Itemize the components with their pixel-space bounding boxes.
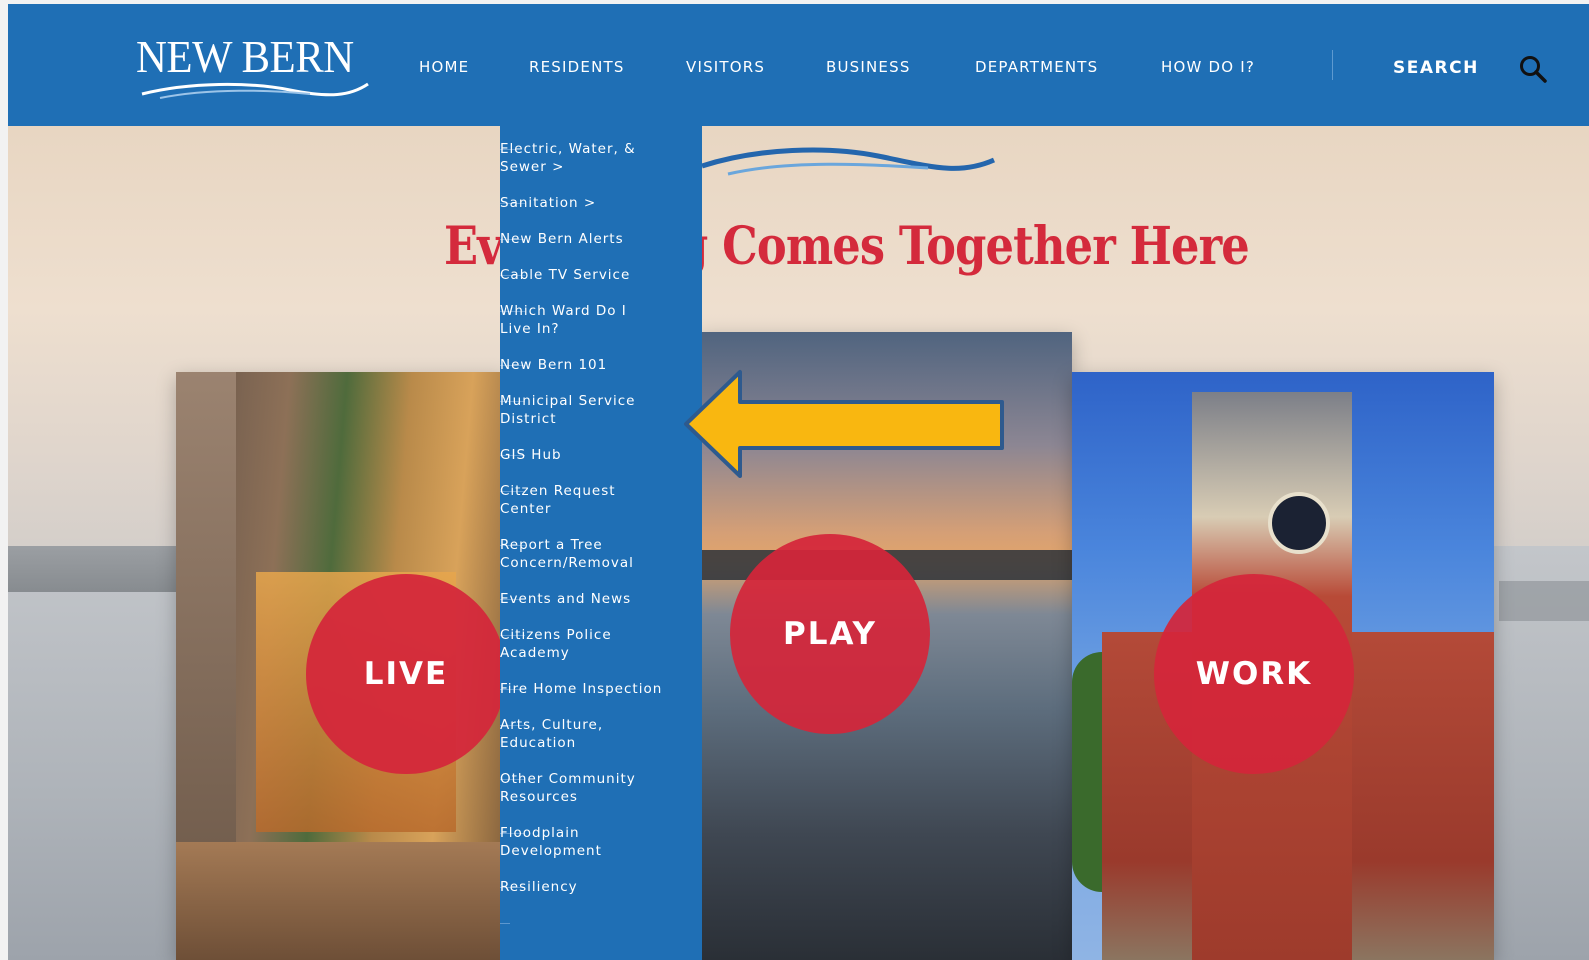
dropdown-item-label: Live In? — [500, 321, 560, 337]
browser-viewport: NEW BERN HOME RESIDENTS VISITORS BUSINES… — [8, 4, 1589, 960]
live-card-photo-sidewalk — [176, 842, 506, 960]
dropdown-item[interactable]: Arts, Culture, Education — [500, 687, 702, 780]
dropdown-item-label: New Bern Alerts — [500, 231, 624, 247]
dropdown-item-label: Sanitation > — [500, 195, 597, 211]
play-button[interactable]: PLAY — [730, 534, 930, 734]
dropdown-item-label: GIS Hub — [500, 447, 562, 463]
work-label: WORK — [1195, 656, 1313, 692]
search-button[interactable]: SEARCH — [1393, 58, 1479, 78]
nav-business[interactable]: BUSINESS — [826, 58, 911, 76]
dropdown-item[interactable]: Which Ward Do I Live In? — [500, 273, 702, 366]
dropdown-item-label: Academy — [500, 645, 570, 661]
site-header: NEW BERN HOME RESIDENTS VISITORS BUSINES… — [8, 4, 1589, 126]
dropdown-item[interactable]: Fire Home Inspection — [500, 651, 702, 726]
dropdown-item[interactable]: Events and News — [500, 561, 702, 636]
background-bridge-right — [1499, 581, 1589, 621]
left-arrow-icon — [684, 370, 1004, 478]
dropdown-item[interactable]: New Bern Alerts — [500, 201, 702, 276]
background-bridge — [8, 546, 178, 592]
dropdown-item[interactable]: Citizens Police Academy — [500, 597, 702, 690]
dropdown-item-label: Development — [500, 843, 602, 859]
nav-visitors[interactable]: VISITORS — [686, 58, 765, 76]
play-label: PLAY — [783, 616, 877, 652]
dropdown-item-label: Which Ward Do I — [500, 303, 627, 319]
logo-text: NEW BERN — [136, 31, 354, 82]
dropdown-item-label: Cable TV Service — [500, 267, 631, 283]
clock-icon — [1268, 492, 1330, 554]
dropdown-item[interactable]: Other Community Resources — [500, 741, 702, 834]
dropdown-item[interactable]: Municipal Service District — [500, 363, 702, 456]
nav-departments[interactable]: DEPARTMENTS — [975, 58, 1098, 76]
dropdown-item-label: Municipal Service — [500, 393, 636, 409]
dropdown-item-label: Events and News — [500, 591, 632, 607]
search-icon[interactable] — [1518, 54, 1548, 84]
hero-wave-decoration — [701, 147, 996, 176]
dropdown-item-label: New Bern 101 — [500, 357, 608, 373]
dropdown-item-label: Electric, Water, & — [500, 141, 636, 157]
live-button[interactable]: LIVE — [306, 574, 506, 774]
dropdown-item-label: District — [500, 411, 557, 427]
dropdown-item-label: Center — [500, 501, 552, 517]
site-logo[interactable]: NEW BERN — [136, 30, 376, 100]
dropdown-item-label: Arts, Culture, — [500, 717, 604, 733]
dropdown-item[interactable]: Resiliency — [500, 849, 702, 924]
dropdown-item[interactable]: New Bern 101 — [500, 327, 702, 402]
dropdown-item[interactable]: Electric, Water, & Sewer > — [500, 122, 702, 204]
dropdown-item[interactable]: Floodplain Development — [500, 795, 702, 888]
work-button[interactable]: WORK — [1154, 574, 1354, 774]
nav-residents[interactable]: RESIDENTS — [529, 58, 625, 76]
dropdown-item[interactable]: Citzen Request Center — [500, 453, 702, 546]
nav-how-do-i[interactable]: HOW DO I? — [1161, 58, 1255, 76]
dropdown-item-label: Fire Home Inspection — [500, 681, 663, 697]
nav-home[interactable]: HOME — [419, 58, 469, 76]
dropdown-item[interactable]: Sanitation > — [500, 165, 702, 240]
dropdown-item-label: Education — [500, 735, 577, 751]
dropdown-item-label: Other Community — [500, 771, 636, 787]
dropdown-item[interactable]: GIS Hub — [500, 417, 702, 492]
dropdown-item-label: Report a Tree — [500, 537, 603, 553]
dropdown-item-label: Sewer > — [500, 159, 565, 175]
dropdown-item-label: Resiliency — [500, 879, 578, 895]
dropdown-item-label: Resources — [500, 789, 578, 805]
logo-wave-icon — [141, 82, 369, 99]
dropdown-item[interactable]: Cable TV Service — [500, 237, 702, 312]
dropdown-item-label: Concern/Removal — [500, 555, 634, 571]
nav-divider — [1332, 50, 1333, 80]
live-label: LIVE — [363, 656, 449, 692]
residents-dropdown-menu: Electric, Water, & Sewer > Sanitation > New… — [500, 122, 702, 960]
dropdown-item[interactable]: Report a Tree Concern/Removal — [500, 507, 702, 600]
dropdown-item-label: Floodplain — [500, 825, 580, 841]
dropdown-item-label: Citizens Police — [500, 627, 612, 643]
dropdown-item-label: Citzen Request — [500, 483, 616, 499]
